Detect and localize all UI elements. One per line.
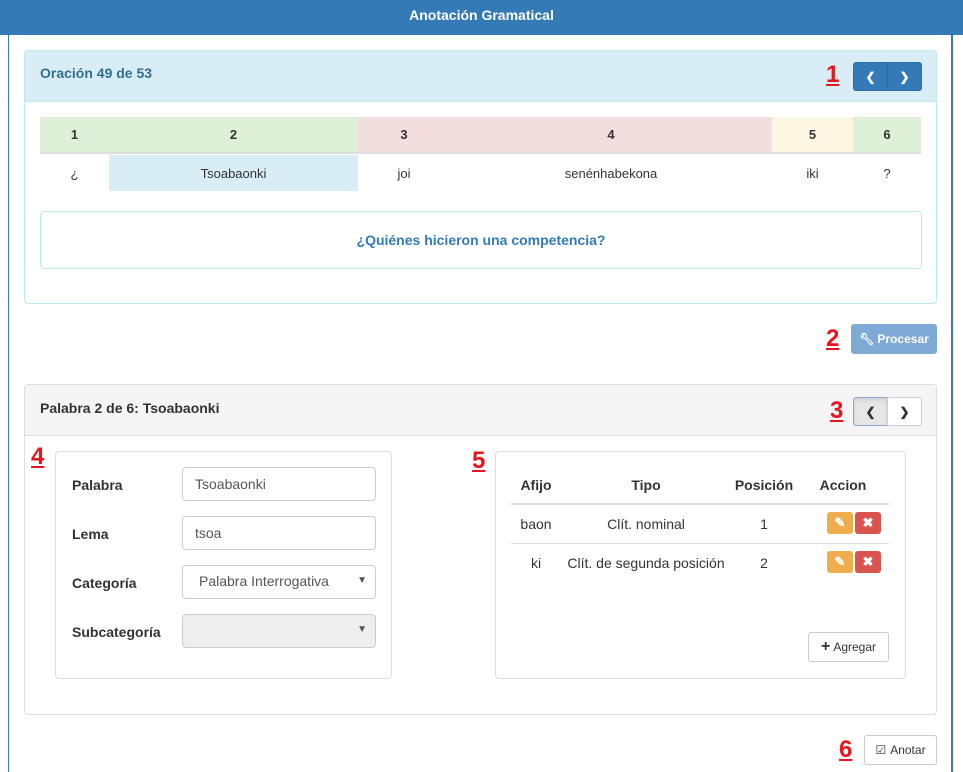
marker-1: 1 bbox=[826, 61, 840, 88]
caret-down-icon: ▼ bbox=[357, 624, 367, 635]
token-index: 5 bbox=[772, 117, 853, 154]
process-label: Procesar bbox=[877, 332, 929, 346]
lema-input[interactable] bbox=[182, 516, 376, 550]
plus-icon: + bbox=[820, 638, 831, 655]
process-button[interactable]: 🔧︎ Procesar bbox=[851, 324, 937, 354]
token-index: 1 bbox=[40, 117, 109, 154]
token-index: 4 bbox=[450, 117, 772, 154]
delete-affix-button[interactable]: ✖ bbox=[855, 512, 881, 534]
affix-afijo: baon bbox=[520, 516, 552, 532]
token-word[interactable]: ¿ bbox=[40, 155, 109, 191]
annotate-button[interactable]: ☑ Anotar bbox=[864, 735, 937, 765]
lema-label: Lema bbox=[72, 526, 109, 542]
marker-2: 2 bbox=[826, 325, 840, 352]
token-word[interactable]: ? bbox=[853, 155, 921, 191]
affix-panel: Afijo Tipo Posición Accion baon Clít. nominal… bbox=[495, 451, 906, 679]
column-header: Posición bbox=[734, 477, 794, 493]
word-panel: Palabra 2 de 6: Tsoabaonki 3 ❮ ❯ 4 5 Pal… bbox=[24, 384, 937, 715]
column-header: Accion bbox=[819, 477, 867, 493]
token-word[interactable]: senénhabekona bbox=[450, 155, 772, 191]
sentence-panel: Oración 49 de 53 1 ❮ ❯ 1 ¿ 2 Tsoabaonki 3 joi… bbox=[24, 50, 937, 304]
categoria-label: Categoría bbox=[72, 575, 137, 591]
sentence-counter: Oración 49 de 53 bbox=[40, 65, 153, 81]
pencil-icon: ✎ bbox=[834, 515, 846, 530]
next-sentence-button[interactable]: ❯ bbox=[887, 62, 922, 91]
marker-3: 3 bbox=[830, 397, 844, 424]
palabra-input[interactable] bbox=[182, 467, 376, 501]
chevron-left-icon: ❮ bbox=[865, 69, 876, 84]
wrench-icon: 🔧︎ bbox=[859, 332, 875, 346]
subcategoria-label: Subcategoría bbox=[72, 624, 161, 640]
token-word[interactable]: iki bbox=[772, 155, 853, 191]
affix-tipo: Clít. de segunda posición bbox=[567, 555, 725, 571]
palabra-label: Palabra bbox=[72, 477, 123, 493]
sentence-panel-header: Oración 49 de 53 bbox=[25, 51, 936, 102]
times-icon: ✖ bbox=[862, 515, 874, 530]
column-header: Tipo bbox=[631, 477, 661, 493]
prev-word-button[interactable]: ❮ bbox=[853, 397, 888, 426]
token-index: 6 bbox=[853, 117, 921, 154]
token-word[interactable]: joi bbox=[358, 155, 450, 191]
token-index: 3 bbox=[358, 117, 450, 154]
affix-afijo: ki bbox=[530, 555, 542, 571]
categoria-value: Palabra Interrogativa bbox=[199, 573, 329, 589]
divider bbox=[511, 543, 889, 544]
column-header: Afijo bbox=[520, 477, 552, 493]
add-affix-button[interactable]: + Agregar bbox=[808, 632, 889, 662]
affix-posicion: 1 bbox=[760, 516, 768, 532]
word-counter: Palabra 2 de 6: Tsoabaonki bbox=[40, 400, 220, 416]
word-panel-header: Palabra 2 de 6: Tsoabaonki bbox=[25, 385, 936, 436]
token-index: 2 bbox=[109, 117, 358, 154]
translation-box: ¿Quiénes hicieron una competencia? bbox=[40, 211, 922, 269]
annotate-label: Anotar bbox=[890, 743, 926, 757]
categoria-select[interactable]: Palabra Interrogativa ▼ bbox=[182, 565, 376, 599]
marker-4: 4 bbox=[31, 443, 45, 470]
edit-affix-button[interactable]: ✎ bbox=[827, 512, 853, 534]
delete-affix-button[interactable]: ✖ bbox=[855, 551, 881, 573]
prev-sentence-button[interactable]: ❮ bbox=[853, 62, 888, 91]
marker-6: 6 bbox=[839, 736, 853, 763]
subcategoria-select[interactable]: ▼ bbox=[182, 614, 376, 648]
pencil-icon: ✎ bbox=[834, 554, 846, 569]
chevron-right-icon: ❯ bbox=[899, 69, 910, 84]
word-form: Palabra Lema Categoría Palabra Interroga… bbox=[55, 451, 392, 679]
times-icon: ✖ bbox=[862, 554, 874, 569]
marker-5: 5 bbox=[472, 447, 486, 474]
edit-affix-button[interactable]: ✎ bbox=[827, 551, 853, 573]
divider bbox=[511, 503, 889, 505]
caret-down-icon: ▼ bbox=[357, 575, 367, 586]
next-word-button[interactable]: ❯ bbox=[887, 397, 922, 426]
chevron-right-icon: ❯ bbox=[899, 404, 910, 419]
token-word[interactable]: Tsoabaonki bbox=[109, 155, 358, 191]
chevron-left-icon: ❮ bbox=[865, 404, 876, 419]
translation-text: ¿Quiénes hicieron una competencia? bbox=[356, 232, 606, 248]
add-affix-label: Agregar bbox=[833, 640, 877, 654]
affix-tipo: Clít. nominal bbox=[607, 516, 685, 532]
check-square-icon: ☑ bbox=[875, 743, 887, 757]
affix-posicion: 2 bbox=[760, 555, 768, 571]
